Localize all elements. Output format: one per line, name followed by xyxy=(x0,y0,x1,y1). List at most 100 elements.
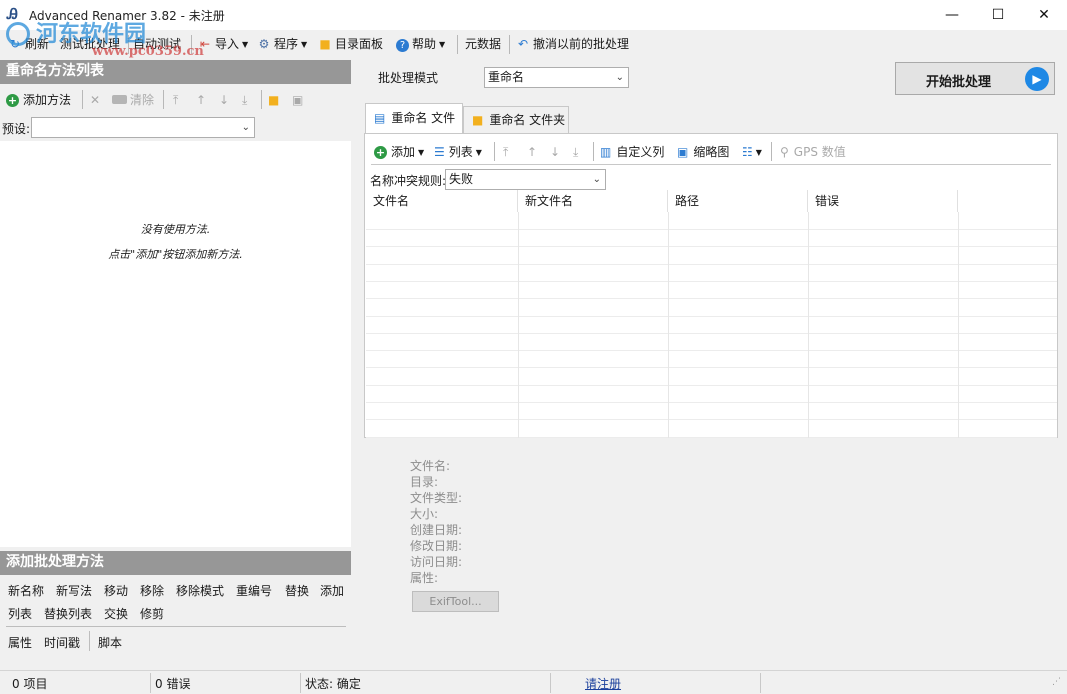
move-bottom-button[interactable]: ⤓ xyxy=(242,90,247,110)
table-row[interactable] xyxy=(366,334,1057,352)
column-header-filename[interactable]: 文件名 xyxy=(366,190,518,212)
table-row[interactable] xyxy=(366,300,1057,317)
batch-mode-value: 重命名 xyxy=(488,70,525,84)
table-row[interactable] xyxy=(366,386,1057,403)
divider xyxy=(89,631,90,651)
table-row[interactable] xyxy=(366,421,1057,438)
add-method-link[interactable]: 移动 xyxy=(104,582,128,599)
add-method-link[interactable]: 添加 xyxy=(320,582,344,599)
toolbar-separator xyxy=(163,90,164,109)
table-row[interactable] xyxy=(366,282,1057,300)
table-row[interactable] xyxy=(366,230,1057,248)
tab-rename-files[interactable]: ▤ 重命名 文件 xyxy=(365,103,463,133)
maximize-button[interactable]: ☐ xyxy=(975,0,1021,30)
save-preset-button[interactable]: ▣ xyxy=(292,90,303,110)
table-row[interactable] xyxy=(366,213,1057,230)
undo-batch-button[interactable]: ↶ 撤消以前的批处理 xyxy=(516,34,629,54)
grid-column-divider xyxy=(668,212,669,438)
view-options-button[interactable]: ☷ ▼ xyxy=(742,143,762,161)
add-method-link[interactable]: 替换列表 xyxy=(44,605,92,622)
add-method-script-link[interactable]: 脚本 xyxy=(98,634,122,651)
save-icon: ▣ xyxy=(292,93,304,107)
status-errors-count: 0 错误 xyxy=(155,677,191,691)
move-up-button[interactable]: ↑ xyxy=(196,90,206,110)
tab-folders-label: 重命名 文件夹 xyxy=(489,113,566,127)
tab-files-label: 重命名 文件 xyxy=(391,111,456,125)
add-method-link[interactable]: 移除模式 xyxy=(176,582,224,599)
minimize-button[interactable]: — xyxy=(929,0,975,30)
table-row[interactable] xyxy=(366,369,1057,386)
tab-rename-folders[interactable]: ■ 重命名 文件夹 xyxy=(463,106,569,133)
metadata-button[interactable]: 元数据 xyxy=(465,34,501,54)
arrow-up-icon: ↑ xyxy=(196,93,207,107)
list-button[interactable]: ☰ 列表 ▼ xyxy=(434,143,482,161)
eraser-icon xyxy=(112,95,127,104)
toolbar-separator xyxy=(771,142,772,161)
list-icon: ☰ xyxy=(434,145,445,159)
dir-panel-button[interactable]: ■ 目录面板 xyxy=(318,34,383,54)
files-move-down-button[interactable]: ↓ xyxy=(550,143,560,161)
exiftool-button[interactable]: ExifTool... xyxy=(412,591,499,612)
divider xyxy=(6,626,346,627)
add-method-button[interactable]: + 添加方法 xyxy=(6,90,71,110)
batch-mode-select[interactable]: 重命名 ⌄ xyxy=(484,67,629,88)
add-method-link[interactable]: 重编号 xyxy=(236,582,272,599)
empty-methods-text: 没有使用方法. xyxy=(140,223,211,236)
files-move-bottom-button[interactable]: ⤓ xyxy=(573,143,578,161)
arrow-up-icon: ↑ xyxy=(527,145,538,159)
import-button[interactable]: ⇤ 导入 ▼ xyxy=(198,34,248,54)
chevron-down-icon: ▼ xyxy=(755,148,762,157)
custom-columns-button[interactable]: ▥ 自定义列 xyxy=(600,143,664,161)
move-top-button[interactable]: ⤒ xyxy=(173,90,178,110)
add-method-link[interactable]: 修剪 xyxy=(140,605,164,622)
remove-method-button[interactable]: ✕ xyxy=(90,90,100,110)
batch-mode-label: 批处理模式 xyxy=(378,71,439,85)
file-icon: ▤ xyxy=(374,111,386,125)
add-method-link[interactable]: 交换 xyxy=(104,605,128,622)
table-row[interactable] xyxy=(366,351,1057,369)
register-link[interactable]: 请注册 xyxy=(585,675,621,692)
clear-methods-button[interactable]: 清除 xyxy=(112,90,154,110)
resize-grip-icon[interactable]: ⋰ xyxy=(1052,677,1061,687)
table-row[interactable] xyxy=(366,248,1057,265)
toolbar-separator xyxy=(82,90,83,109)
gps-values-button[interactable]: ⚲ GPS 数值 xyxy=(780,143,846,161)
methods-list[interactable]: 没有使用方法. 点击"添加"按钮添加新方法. xyxy=(0,141,351,547)
add-method-link[interactable]: 新写法 xyxy=(56,582,92,599)
chevron-down-icon: ⌄ xyxy=(615,72,624,83)
auto-test-button[interactable]: 自动测试 xyxy=(133,34,181,54)
preset-select[interactable]: ⌄ xyxy=(31,117,255,138)
thumbnails-button[interactable]: ▣ 缩略图 xyxy=(677,143,729,161)
close-button[interactable]: ✕ xyxy=(1021,0,1067,30)
close-icon: ✕ xyxy=(90,93,101,107)
table-row[interactable] xyxy=(366,265,1057,282)
test-batch-button[interactable]: 测试批处理 xyxy=(60,34,120,54)
help-icon: ? xyxy=(396,39,409,52)
column-header-error[interactable]: 错误 xyxy=(808,190,958,212)
add-method-link[interactable]: 属性 xyxy=(8,634,32,651)
toolbar-separator xyxy=(509,35,510,54)
add-method-link[interactable]: 时间戳 xyxy=(44,634,80,651)
chevron-down-icon: ▼ xyxy=(439,40,446,49)
table-row[interactable] xyxy=(366,317,1057,334)
files-move-top-button[interactable]: ⤒ xyxy=(503,143,508,161)
refresh-button[interactable]: ↻ 刷新 xyxy=(8,34,49,54)
add-method-link[interactable]: 新名称 xyxy=(8,582,44,599)
column-header-new-filename[interactable]: 新文件名 xyxy=(518,190,668,212)
start-batch-button[interactable]: 开始批处理 ▶ xyxy=(895,62,1055,95)
toolbar-separator xyxy=(128,35,129,54)
column-header-path[interactable]: 路径 xyxy=(668,190,808,212)
help-button[interactable]: ? 帮助 ▼ xyxy=(396,34,445,54)
add-method-link[interactable]: 移除 xyxy=(140,582,164,599)
conflict-rule-select[interactable]: 失败 ⌄ xyxy=(445,169,606,190)
move-down-button[interactable]: ↓ xyxy=(219,90,229,110)
undo-icon: ↶ xyxy=(517,37,529,51)
add-method-link[interactable]: 替换 xyxy=(285,582,309,599)
add-files-button[interactable]: + 添加 ▼ xyxy=(374,143,424,161)
open-preset-button[interactable]: ■ xyxy=(268,90,279,110)
table-row[interactable] xyxy=(366,403,1057,421)
program-button[interactable]: ⚙ 程序 ▼ xyxy=(257,34,308,54)
add-method-link[interactable]: 列表 xyxy=(8,605,32,622)
files-move-up-button[interactable]: ↑ xyxy=(527,143,537,161)
program-icon: ⚙ xyxy=(258,37,270,51)
